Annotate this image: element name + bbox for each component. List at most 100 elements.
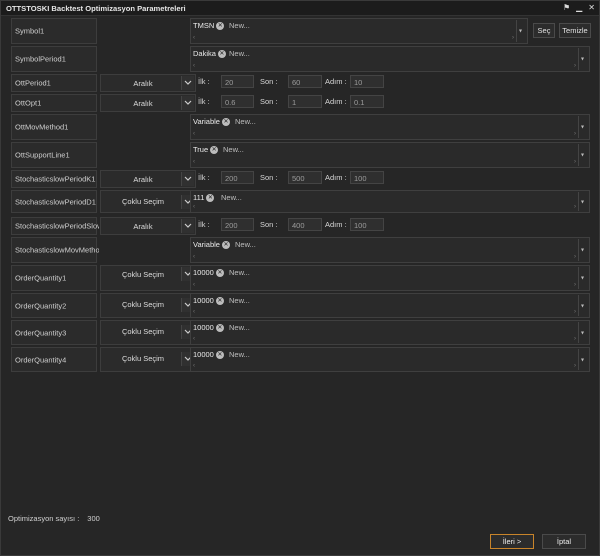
horizontal-scrollbar[interactable]: ‹ › bbox=[192, 282, 577, 289]
scroll-left-icon[interactable]: ‹ bbox=[193, 159, 195, 165]
remove-tag-icon[interactable]: ✕ bbox=[221, 241, 230, 249]
horizontal-scrollbar[interactable]: ‹ › bbox=[192, 309, 577, 316]
dropdown-toggle[interactable]: ▾ bbox=[578, 144, 588, 166]
dropdown-toggle[interactable]: ▾ bbox=[578, 349, 588, 370]
scroll-left-icon[interactable]: ‹ bbox=[193, 254, 195, 260]
cancel-button[interactable]: İptal bbox=[542, 534, 586, 549]
mode-select[interactable]: Aralık bbox=[100, 217, 196, 235]
mode-select[interactable]: Aralık bbox=[100, 170, 196, 188]
mode-select[interactable]: Çoklu Seçim bbox=[100, 190, 196, 213]
value-tag-input[interactable]: 10000 ✕ New... ‹ › ▾ bbox=[190, 347, 590, 372]
new-value-input[interactable]: New... bbox=[235, 117, 256, 127]
scroll-right-icon[interactable]: › bbox=[574, 363, 576, 369]
remove-tag-icon[interactable]: ✕ bbox=[215, 269, 224, 277]
scroll-right-icon[interactable]: › bbox=[574, 63, 576, 69]
horizontal-scrollbar[interactable]: ‹ › bbox=[192, 204, 577, 211]
mode-select[interactable]: Çoklu Seçim bbox=[100, 320, 196, 345]
scroll-right-icon[interactable]: › bbox=[574, 204, 576, 210]
dropdown-toggle[interactable]: ▾ bbox=[578, 295, 588, 316]
value-tag-input[interactable]: 10000 ✕ New... ‹ › ▾ bbox=[190, 293, 590, 318]
value-tag-input[interactable]: 10000 ✕ New... ‹ › ▾ bbox=[190, 265, 590, 291]
value-tag-input[interactable]: TMSN ✕ New... ‹ › ▾ bbox=[190, 18, 528, 44]
scroll-right-icon[interactable]: › bbox=[574, 336, 576, 342]
new-value-input[interactable]: New... bbox=[229, 49, 250, 59]
remove-tag-icon[interactable]: ✕ bbox=[215, 297, 224, 305]
value-tag-input[interactable]: Dakika ✕ New... ‹ › ▾ bbox=[190, 46, 590, 72]
new-value-input[interactable]: New... bbox=[229, 350, 250, 360]
scroll-left-icon[interactable]: ‹ bbox=[193, 363, 195, 369]
horizontal-scrollbar[interactable]: ‹ › bbox=[192, 363, 577, 370]
remove-tag-icon[interactable]: ✕ bbox=[210, 146, 219, 154]
scroll-left-icon[interactable]: ‹ bbox=[193, 204, 195, 210]
remove-tag-icon[interactable]: ✕ bbox=[216, 22, 225, 30]
pin-icon[interactable]: ⚑ bbox=[563, 3, 570, 12]
scroll-left-icon[interactable]: ‹ bbox=[193, 63, 195, 69]
mode-select[interactable]: Çoklu Seçim bbox=[100, 265, 196, 291]
scroll-left-icon[interactable]: ‹ bbox=[193, 282, 195, 288]
scroll-right-icon[interactable]: › bbox=[574, 309, 576, 315]
horizontal-scrollbar[interactable]: ‹ › bbox=[192, 254, 577, 261]
value-tag-input[interactable]: 10000 ✕ New... ‹ › ▾ bbox=[190, 320, 590, 345]
scroll-right-icon[interactable]: › bbox=[512, 35, 514, 41]
new-value-input[interactable]: New... bbox=[229, 21, 250, 31]
horizontal-scrollbar[interactable]: ‹ › bbox=[192, 336, 577, 343]
ilk-input[interactable]: 200 bbox=[221, 218, 254, 231]
value-tag-input[interactable]: 111 ✕ New... ‹ › ▾ bbox=[190, 190, 590, 213]
ilk-input[interactable]: 0.6 bbox=[221, 95, 254, 108]
remove-tag-icon[interactable]: ✕ bbox=[215, 324, 224, 332]
scroll-right-icon[interactable]: › bbox=[574, 282, 576, 288]
minimize-icon[interactable]: ▁ bbox=[576, 3, 582, 12]
value-tag-input[interactable]: True ✕ New... ‹ › ▾ bbox=[190, 142, 590, 168]
mode-select[interactable]: Çoklu Seçim bbox=[100, 347, 196, 372]
value-tag-input[interactable]: Variable ✕ New... ‹ › ▾ bbox=[190, 114, 590, 140]
scroll-left-icon[interactable]: ‹ bbox=[193, 35, 195, 41]
new-value-input[interactable]: New... bbox=[235, 240, 256, 250]
remove-tag-icon[interactable]: ✕ bbox=[221, 118, 230, 126]
ilk-input[interactable]: 200 bbox=[221, 171, 254, 184]
adim-input[interactable]: 100 bbox=[350, 171, 384, 184]
next-button[interactable]: İleri > bbox=[490, 534, 534, 549]
mode-select[interactable]: Çoklu Seçim bbox=[100, 293, 196, 318]
scroll-left-icon[interactable]: ‹ bbox=[193, 131, 195, 137]
son-input[interactable]: 60 bbox=[288, 75, 322, 88]
son-input[interactable]: 400 bbox=[288, 218, 322, 231]
scroll-right-icon[interactable]: › bbox=[574, 131, 576, 137]
scroll-right-icon[interactable]: › bbox=[574, 159, 576, 165]
mode-select[interactable]: Aralık bbox=[100, 94, 196, 112]
new-value-input[interactable]: New... bbox=[223, 145, 244, 155]
chevron-down-icon: ▾ bbox=[581, 303, 585, 309]
scroll-right-icon[interactable]: › bbox=[574, 254, 576, 260]
new-value-input[interactable]: New... bbox=[229, 268, 250, 278]
dropdown-toggle[interactable]: ▾ bbox=[578, 239, 588, 261]
horizontal-scrollbar[interactable]: ‹ › bbox=[192, 63, 577, 70]
scroll-left-icon[interactable]: ‹ bbox=[193, 309, 195, 315]
horizontal-scrollbar[interactable]: ‹ › bbox=[192, 159, 577, 166]
new-value-input[interactable]: New... bbox=[229, 296, 250, 306]
dropdown-toggle[interactable]: ▾ bbox=[578, 48, 588, 70]
param-name-box: OrderQuantity4 bbox=[11, 347, 97, 372]
horizontal-scrollbar[interactable]: ‹ › bbox=[192, 35, 515, 42]
horizontal-scrollbar[interactable]: ‹ › bbox=[192, 131, 577, 138]
remove-tag-icon[interactable]: ✕ bbox=[206, 194, 215, 202]
clear-button[interactable]: Temizle bbox=[559, 23, 591, 38]
adim-input[interactable]: 10 bbox=[350, 75, 384, 88]
new-value-input[interactable]: New... bbox=[221, 193, 242, 203]
remove-tag-icon[interactable]: ✕ bbox=[215, 351, 224, 359]
dropdown-toggle[interactable]: ▾ bbox=[578, 267, 588, 289]
dropdown-toggle[interactable]: ▾ bbox=[578, 116, 588, 138]
close-icon[interactable]: ✕ bbox=[588, 3, 595, 12]
dropdown-toggle[interactable]: ▾ bbox=[578, 322, 588, 343]
scroll-left-icon[interactable]: ‹ bbox=[193, 336, 195, 342]
dropdown-toggle[interactable]: ▾ bbox=[578, 192, 588, 211]
dropdown-toggle[interactable]: ▾ bbox=[516, 20, 526, 42]
son-input[interactable]: 1 bbox=[288, 95, 322, 108]
adim-input[interactable]: 0.1 bbox=[350, 95, 384, 108]
son-input[interactable]: 500 bbox=[288, 171, 322, 184]
remove-tag-icon[interactable]: ✕ bbox=[217, 50, 226, 58]
ilk-input[interactable]: 20 bbox=[221, 75, 254, 88]
adim-input[interactable]: 100 bbox=[350, 218, 384, 231]
select-button[interactable]: Seç bbox=[533, 23, 555, 38]
value-tag-input[interactable]: Variable ✕ New... ‹ › ▾ bbox=[190, 237, 590, 263]
mode-select[interactable]: Aralık bbox=[100, 74, 196, 92]
new-value-input[interactable]: New... bbox=[229, 323, 250, 333]
